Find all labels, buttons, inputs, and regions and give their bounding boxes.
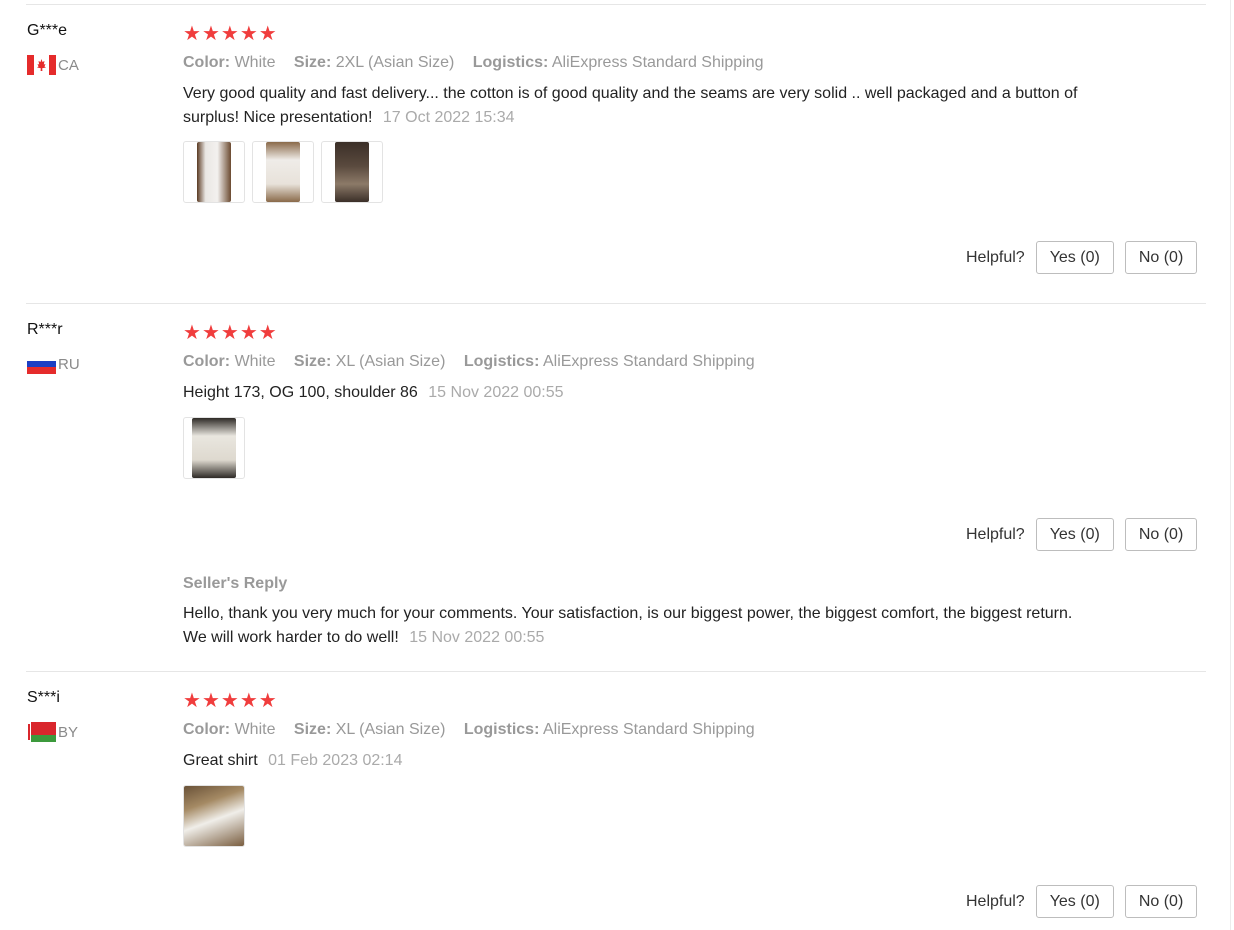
rating-stars: ★ ★ ★ ★ ★	[183, 24, 277, 44]
belarus-flag-icon	[27, 722, 56, 742]
divider	[26, 4, 1206, 5]
helpful-label: Helpful?	[966, 892, 1025, 910]
review-content: Great shirt 01 Feb 2023 02:14	[183, 749, 1083, 773]
helpful-label: Helpful?	[966, 248, 1025, 266]
size-value: 2XL (Asian Size)	[335, 54, 455, 71]
color-value: White	[234, 353, 276, 370]
sku-attributes: Color: White Size: 2XL (Asian Size) Logi…	[183, 54, 778, 72]
country-code: RU	[58, 355, 80, 373]
review-content: Height 173, OG 100, shoulder 86 15 Nov 2…	[183, 381, 1083, 405]
star-icon: ★	[258, 23, 277, 45]
rating-stars: ★ ★ ★ ★ ★	[183, 691, 277, 711]
color-value: White	[234, 54, 276, 71]
helpful-yes-button[interactable]: Yes (0)	[1035, 518, 1114, 551]
helpful-no-button[interactable]: No (0)	[1124, 885, 1198, 918]
helpful-label: Helpful?	[966, 525, 1025, 543]
helpful-section: Helpful? Yes (0) No (0)	[966, 518, 1208, 551]
star-icon: ★	[183, 690, 201, 712]
size-label: Size:	[293, 721, 332, 738]
review-date: 15 Nov 2022 00:55	[428, 384, 564, 401]
sku-attributes: Color: White Size: XL (Asian Size) Logis…	[183, 721, 769, 739]
seller-reply-text: Hello, thank you very much for your comm…	[183, 605, 1073, 646]
right-border	[1230, 0, 1231, 930]
reviewer-name: R***r	[27, 321, 63, 338]
reviews-page: G***e CA ★ ★ ★ ★ ★ Color: White Size: 2X…	[0, 0, 1234, 930]
star-icon: ★	[239, 322, 258, 344]
size-label: Size:	[293, 54, 332, 71]
helpful-yes-button[interactable]: Yes (0)	[1035, 241, 1114, 274]
star-icon: ★	[258, 322, 277, 344]
logistics-value: AliExpress Standard Shipping	[542, 353, 755, 370]
canada-flag-icon	[27, 55, 56, 75]
star-icon: ★	[220, 322, 239, 344]
helpful-no-button[interactable]: No (0)	[1124, 518, 1198, 551]
review-photo-thumbnail[interactable]	[183, 141, 245, 203]
helpful-section: Helpful? Yes (0) No (0)	[966, 241, 1208, 274]
review-text: Great shirt	[183, 752, 258, 769]
review-photo-thumbnail[interactable]	[321, 141, 383, 203]
color-label: Color:	[183, 54, 231, 71]
color-label: Color:	[183, 721, 231, 738]
size-value: XL (Asian Size)	[335, 721, 446, 738]
star-icon: ★	[201, 690, 220, 712]
color-label: Color:	[183, 353, 231, 370]
seller-reply-title: Seller's Reply	[183, 575, 288, 592]
review-photos	[183, 785, 245, 847]
helpful-section: Helpful? Yes (0) No (0)	[966, 885, 1208, 918]
review-photo-thumbnail[interactable]	[252, 141, 314, 203]
reviewer-name: S***i	[27, 689, 60, 706]
review-text: Height 173, OG 100, shoulder 86	[183, 384, 418, 401]
sku-attributes: Color: White Size: XL (Asian Size) Logis…	[183, 353, 769, 371]
divider	[26, 303, 1206, 304]
star-icon: ★	[201, 23, 220, 45]
size-value: XL (Asian Size)	[335, 353, 446, 370]
size-label: Size:	[293, 353, 332, 370]
review-photos	[183, 417, 245, 479]
review-photo-thumbnail[interactable]	[183, 417, 245, 479]
helpful-yes-button[interactable]: Yes (0)	[1035, 885, 1114, 918]
star-icon: ★	[239, 690, 258, 712]
star-icon: ★	[183, 23, 201, 45]
star-icon: ★	[201, 322, 220, 344]
reviewer-country: CA	[27, 55, 79, 75]
color-value: White	[234, 721, 276, 738]
russia-flag-icon	[27, 354, 56, 374]
country-code: CA	[58, 56, 79, 74]
review-content: Very good quality and fast delivery... t…	[183, 82, 1083, 130]
reviewer-country: RU	[27, 354, 80, 374]
review-date: 01 Feb 2023 02:14	[268, 752, 403, 769]
helpful-no-button[interactable]: No (0)	[1124, 241, 1198, 274]
reviewer-name: G***e	[27, 22, 68, 39]
logistics-value: AliExpress Standard Shipping	[542, 721, 755, 738]
reviewer-country: BY	[27, 722, 78, 742]
review-photos	[183, 141, 383, 203]
star-icon: ★	[220, 23, 239, 45]
logistics-label: Logistics:	[463, 353, 540, 370]
logistics-label: Logistics:	[472, 54, 549, 71]
star-icon: ★	[220, 690, 239, 712]
review-text: Very good quality and fast delivery... t…	[183, 85, 1078, 126]
star-icon: ★	[239, 23, 258, 45]
review-photo-thumbnail[interactable]	[183, 785, 245, 847]
logistics-value: AliExpress Standard Shipping	[551, 54, 764, 71]
rating-stars: ★ ★ ★ ★ ★	[183, 323, 277, 343]
seller-reply-content: Hello, thank you very much for your comm…	[183, 602, 1083, 650]
star-icon: ★	[183, 322, 201, 344]
country-code: BY	[58, 723, 79, 741]
seller-reply-date: 15 Nov 2022 00:55	[409, 629, 545, 646]
divider	[26, 671, 1206, 672]
star-icon: ★	[258, 690, 277, 712]
logistics-label: Logistics:	[463, 721, 540, 738]
review-date: 17 Oct 2022 15:34	[382, 109, 515, 126]
